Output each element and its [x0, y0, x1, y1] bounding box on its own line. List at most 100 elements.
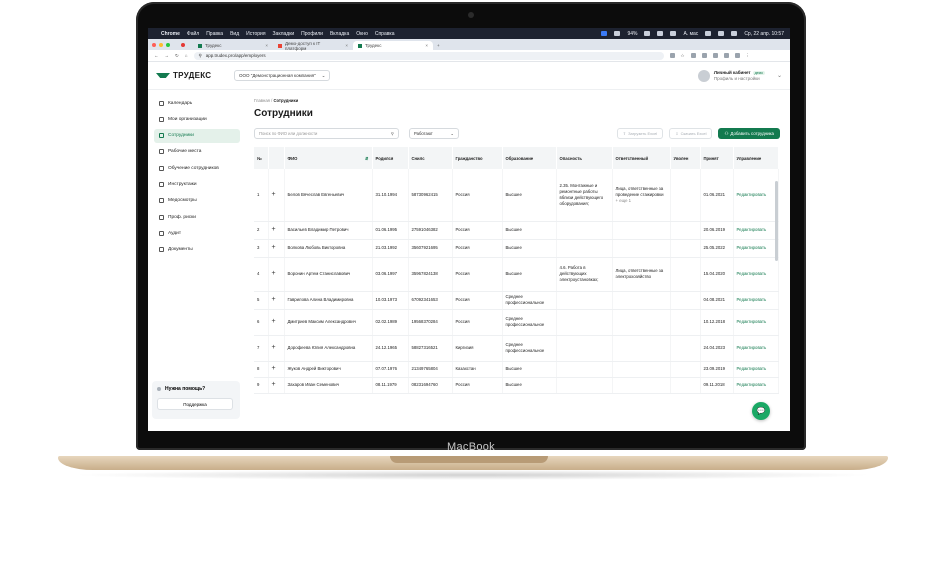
edit-link[interactable]: Редактировать	[733, 239, 779, 258]
status-filter-select[interactable]: Работают ⌄	[409, 128, 459, 139]
table-row[interactable]: 8 + Жуков Андрей Викторович 07.07.1976 21349…	[254, 361, 779, 378]
extension-icon[interactable]	[701, 53, 707, 58]
show-more-link[interactable]: + еще 1	[616, 198, 667, 204]
expand-row-icon[interactable]: +	[268, 291, 285, 310]
volume-icon[interactable]	[657, 31, 664, 36]
wifi-icon[interactable]	[705, 31, 712, 36]
control-center-icon[interactable]	[731, 31, 738, 36]
edit-link[interactable]: Редактировать	[733, 291, 779, 310]
table-row[interactable]: 4 + Воронин Артем Станиславович 03.06.1997 3…	[254, 257, 779, 292]
menu-history[interactable]: История	[246, 31, 265, 37]
expand-row-icon[interactable]: +	[268, 239, 285, 258]
edit-link[interactable]: Редактировать	[733, 335, 779, 362]
address-bar[interactable]: ⚲ app.trudex.pro/app/employers	[193, 51, 664, 60]
chat-widget-button[interactable]: 💬	[752, 402, 770, 420]
menu-edit[interactable]: Правка	[206, 31, 223, 37]
bluetooth-icon[interactable]	[670, 31, 677, 36]
edit-link[interactable]: Редактировать	[733, 257, 779, 292]
avatar[interactable]	[697, 69, 710, 82]
sidebar-item-organizations[interactable]: Мои организации	[154, 112, 240, 126]
search-icon[interactable]	[718, 31, 725, 36]
sidebar-item-documents[interactable]: Документы	[154, 243, 240, 257]
menu-window[interactable]: Окно	[356, 31, 368, 37]
browser-tab-active[interactable]: Трудекс ×	[353, 41, 433, 50]
status-app-icon[interactable]	[614, 31, 621, 36]
sort-icon[interactable]: ⇵	[365, 156, 369, 161]
extension-icon[interactable]	[690, 53, 696, 58]
column-header-fio[interactable]: ФИО ⇵	[284, 147, 373, 169]
close-window-button[interactable]	[152, 42, 156, 47]
pinned-tab-icon[interactable]	[181, 42, 185, 47]
menu-view[interactable]: Вид	[230, 31, 239, 37]
edit-link[interactable]: Редактировать	[733, 221, 779, 240]
expand-row-icon[interactable]: +	[268, 309, 285, 336]
sidebar-item-calendar[interactable]: Календарь	[154, 96, 240, 110]
edit-link[interactable]: Редактировать	[733, 361, 779, 378]
search-input[interactable]: Поиск по ФИО или должности ⚲	[254, 128, 399, 139]
more-menu-icon[interactable]: ⋮	[746, 53, 751, 59]
scrollbar[interactable]	[775, 181, 778, 261]
back-icon[interactable]: ←	[154, 53, 159, 58]
battery-icon[interactable]	[644, 31, 651, 36]
extension-icon[interactable]	[712, 53, 718, 58]
edit-link[interactable]: Редактировать	[733, 309, 779, 336]
sidebar-item-audit[interactable]: Аудит	[154, 226, 240, 240]
edit-link[interactable]: Редактировать	[733, 377, 779, 394]
expand-row-icon[interactable]: +	[268, 257, 285, 292]
add-employee-button[interactable]: ⚇ Добавить сотрудника	[718, 128, 780, 139]
close-tab-icon[interactable]: ×	[425, 43, 428, 48]
battery-percent[interactable]: 94%	[627, 31, 637, 37]
table-row[interactable]: 1 + Белов Вячеслав Евгеньевич 31.10.1994 587…	[254, 169, 779, 222]
minimize-window-button[interactable]	[159, 42, 163, 47]
expand-row-icon[interactable]: +	[268, 221, 285, 240]
menu-file[interactable]: Файл	[187, 31, 199, 37]
table-row[interactable]: 9 + Захаров Иван Семенович 08.11.1979 082316…	[254, 377, 779, 394]
edit-link[interactable]: Редактировать	[733, 169, 779, 222]
chevron-down-icon[interactable]: ⌄	[777, 72, 782, 79]
close-tab-icon[interactable]: ×	[345, 43, 348, 48]
forward-icon[interactable]: →	[165, 53, 170, 58]
sidebar-item-risks[interactable]: Проф. риски	[154, 210, 240, 224]
sidebar-item-workplaces[interactable]: Рабочие места	[154, 145, 240, 159]
upload-excel-button[interactable]: ⇪ Загрузить Excel	[616, 128, 664, 139]
download-excel-button[interactable]: ⇩ Скачать Excel	[669, 128, 713, 139]
table-row[interactable]: 2 + Васильев Владимир Петрович 01.06.1995 27…	[254, 221, 779, 240]
table-row[interactable]: 7 + Дорофеева Юлия Александровна 24.12.1965…	[254, 335, 779, 362]
download-icon[interactable]	[723, 53, 729, 58]
browser-tab[interactable]: Трудекс ×	[193, 41, 273, 50]
menu-profiles[interactable]: Профили	[301, 31, 323, 37]
keyboard-layout[interactable]: A. мас	[683, 31, 698, 37]
table-row[interactable]: 6 + Дмитриев Максим Александрович 02.02.198…	[254, 309, 779, 336]
logo[interactable]: ТРУДЕКС	[156, 71, 234, 80]
menubar-app-name[interactable]: Chrome	[161, 31, 180, 37]
sidebar-item-employees[interactable]: Сотрудники	[154, 128, 240, 143]
profile-icon[interactable]	[734, 53, 740, 58]
sidebar-item-briefings[interactable]: Инструктажи	[154, 177, 240, 191]
close-tab-icon[interactable]: ×	[265, 43, 268, 48]
key-icon[interactable]	[669, 53, 675, 58]
site-info-icon[interactable]: ⚲	[199, 53, 202, 59]
browser-tab[interactable]: Демо-доступ к IT платформ ×	[273, 41, 353, 51]
breadcrumb-home[interactable]: Главная	[254, 98, 270, 103]
maximize-window-button[interactable]	[166, 42, 170, 47]
expand-row-icon[interactable]: +	[268, 335, 285, 362]
profile-menu[interactable]: Личный кабинет демо Профиль и настройки ⌄	[697, 69, 782, 82]
expand-row-icon[interactable]: +	[268, 361, 285, 378]
table-row[interactable]: 3 + Волкова Любовь Викторовна 21.03.1992 356…	[254, 239, 779, 258]
search-icon[interactable]: ⚲	[391, 131, 394, 136]
table-row[interactable]: 5 + Гаврилова Алина Владимировна 10.03.1973…	[254, 291, 779, 310]
new-tab-icon[interactable]: +	[437, 43, 440, 48]
menu-bookmarks[interactable]: Закладки	[273, 31, 295, 37]
clock[interactable]: Ср, 22 апр. 10:57	[744, 31, 784, 37]
menu-help[interactable]: Справка	[375, 31, 395, 37]
sidebar-item-training[interactable]: Обучение сотрудников	[154, 161, 240, 175]
sidebar-item-medical[interactable]: Медосмотры	[154, 194, 240, 208]
bookmark-star-icon[interactable]: ☆	[681, 53, 685, 59]
menu-tab[interactable]: Вкладка	[330, 31, 349, 37]
reload-icon[interactable]: ↻	[175, 53, 179, 59]
home-icon[interactable]: ⌂	[185, 53, 188, 58]
status-app-icon[interactable]	[601, 31, 608, 36]
support-button[interactable]: Поддержка	[157, 398, 233, 410]
expand-row-icon[interactable]: +	[268, 169, 285, 222]
expand-row-icon[interactable]: +	[268, 377, 285, 394]
